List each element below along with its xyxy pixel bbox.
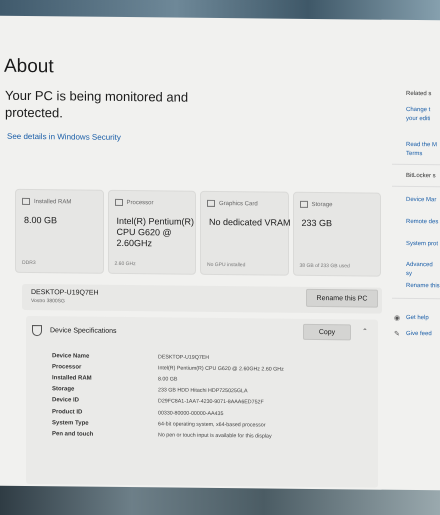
specs-title: Device Specifications bbox=[50, 326, 117, 335]
feedback-icon: ✎ bbox=[394, 330, 400, 338]
spec-cards: Installed RAM 8.00 GB DDR3 Processor Int… bbox=[15, 188, 381, 277]
license-terms-link-line2[interactable]: Terms bbox=[406, 150, 422, 159]
card-label: Installed RAM bbox=[34, 198, 72, 205]
memory-icon bbox=[22, 197, 30, 206]
card-footnote: DDR3 bbox=[22, 259, 36, 267]
processor-card: Processor Intel(R) Pentium(R) CPU G620 @… bbox=[107, 189, 196, 275]
card-footnote: 38 GB of 233 GB used bbox=[299, 262, 350, 270]
storage-card: Storage 233 GB 38 GB of 233 GB used bbox=[292, 191, 381, 277]
device-model: Vostro 3800SG bbox=[31, 298, 65, 305]
windows-security-link[interactable]: See details in Windows Security bbox=[7, 132, 121, 142]
card-value: 8.00 GB bbox=[24, 214, 58, 226]
rename-pc-link[interactable]: Rename this bbox=[406, 282, 440, 291]
license-terms-link[interactable]: Read the M bbox=[406, 141, 437, 150]
card-label: Storage bbox=[311, 201, 333, 208]
change-product-key-link[interactable]: Change t bbox=[406, 106, 430, 115]
page-title: About bbox=[4, 55, 54, 78]
device-icon bbox=[32, 324, 42, 336]
storage-icon bbox=[299, 200, 308, 208]
help-icon: ◉ bbox=[394, 314, 401, 322]
ram-card: Installed RAM 8.00 GB DDR3 bbox=[15, 188, 104, 274]
card-value: Intel(R) Pentium(R) CPU G620 @ 2.60GHz bbox=[116, 215, 195, 249]
about-panel: About Your PC is being monitored and pro… bbox=[0, 16, 390, 490]
card-footnote: 2.60 GHz bbox=[114, 260, 136, 268]
card-label: Graphics Card bbox=[219, 200, 258, 207]
bitlocker-link[interactable]: BitLocker s bbox=[406, 172, 436, 181]
rename-pc-button[interactable]: Rename this PC bbox=[306, 288, 378, 308]
settings-window: About Your PC is being monitored and pro… bbox=[0, 15, 440, 491]
specs-header[interactable]: Device Specifications bbox=[32, 322, 117, 339]
device-name: DESKTOP-U19Q7EH bbox=[31, 289, 99, 297]
divider bbox=[392, 297, 440, 300]
divider bbox=[392, 185, 440, 188]
copy-button[interactable]: Copy bbox=[303, 323, 351, 341]
system-protection-link[interactable]: System prot bbox=[406, 240, 438, 249]
graphics-icon bbox=[207, 199, 215, 207]
card-label: Processor bbox=[126, 199, 154, 206]
card-value: 233 GB bbox=[301, 217, 333, 229]
related-settings-heading: Related s bbox=[406, 90, 432, 98]
card-footnote: No GPU installed bbox=[207, 261, 246, 269]
specs-table: Device Name DESKTOP-U19Q7EH Processor Inte… bbox=[52, 350, 284, 442]
remote-desktop-link[interactable]: Remote des bbox=[406, 218, 438, 227]
card-value: No dedicated VRAM bbox=[209, 216, 291, 228]
change-product-key-link-line2[interactable]: your editi bbox=[406, 115, 430, 124]
table-row: Pen and touch No pen or touch input is av… bbox=[52, 431, 272, 440]
processor-icon bbox=[114, 198, 123, 206]
related-settings-pane: Related s Change t your editi Read the M… bbox=[392, 20, 440, 491]
advanced-system-settings-link[interactable]: Advanced sy bbox=[406, 261, 440, 279]
chevron-up-icon[interactable]: ⌃ bbox=[362, 327, 368, 335]
divider bbox=[392, 163, 440, 166]
device-manager-link[interactable]: Device Mar bbox=[406, 196, 436, 205]
device-specifications: Device Specifications Copy ⌃ Device Name… bbox=[26, 315, 378, 488]
give-feedback-link[interactable]: Give feed bbox=[406, 330, 432, 339]
device-name-bar: DESKTOP-U19Q7EH Vostro 3800SG Rename thi… bbox=[22, 283, 382, 314]
get-help-link[interactable]: Get help bbox=[406, 314, 429, 323]
graphics-card: Graphics Card No dedicated VRAM No GPU i… bbox=[200, 190, 291, 276]
protection-status: Your PC is being monitored and protected… bbox=[5, 87, 189, 121]
